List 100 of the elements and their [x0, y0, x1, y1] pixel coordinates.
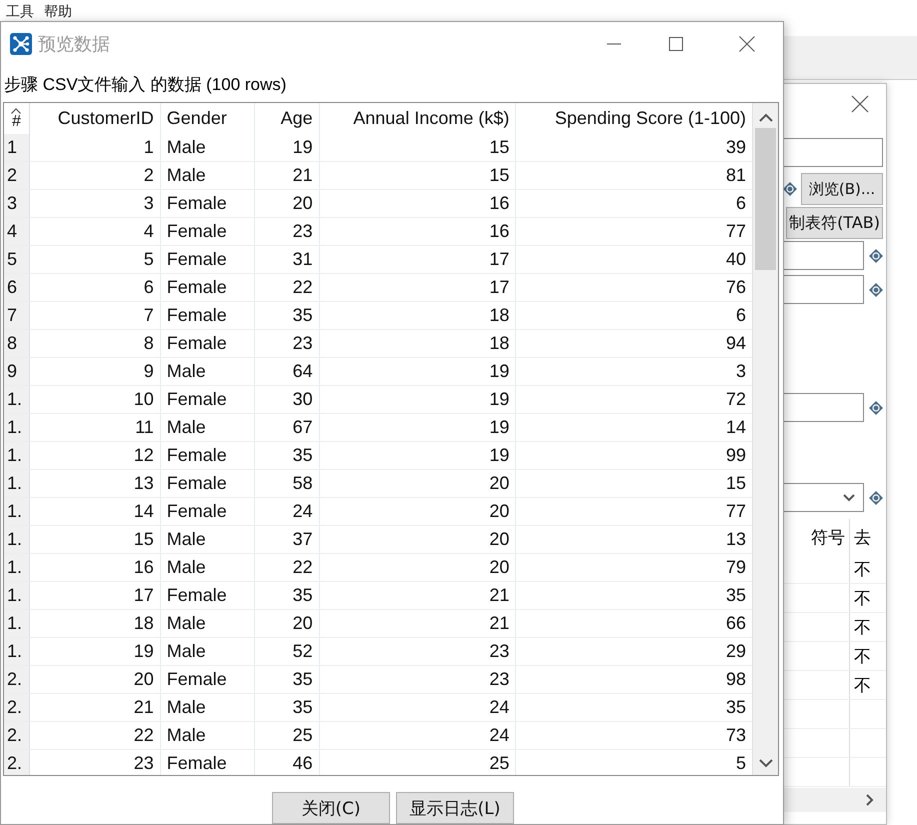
minimize-icon: [607, 42, 621, 45]
table-cell: 9: [30, 358, 161, 386]
row-number: 2.: [4, 694, 30, 722]
table-cell: 5: [30, 246, 161, 274]
table-cell: Female: [160, 666, 255, 694]
table-cell: 18: [320, 302, 516, 330]
row-number: 1: [4, 134, 30, 162]
table-cell: Male: [160, 638, 255, 666]
table-cell: 2: [30, 162, 161, 190]
table-cell: 3: [30, 190, 161, 218]
table-cell: Female: [160, 386, 255, 414]
table-cell-text: 不: [853, 558, 872, 582]
table-cell: Female: [160, 274, 255, 302]
table-cell: 23: [30, 750, 161, 775]
column-header[interactable]: Annual Income (k$): [320, 103, 516, 134]
scrollbar[interactable]: [781, 788, 886, 812]
table-cell: 52: [254, 638, 320, 666]
table-cell: 21: [320, 582, 516, 610]
table-cell: 20: [254, 190, 320, 218]
table-cell: 35: [254, 666, 320, 694]
column-header: 去: [853, 526, 872, 550]
table-cell: 17: [30, 582, 161, 610]
variable-icon: [869, 490, 883, 504]
table-cell-text: 不: [853, 646, 872, 668]
dialog-button[interactable]: 显示日志(L): [396, 792, 514, 824]
window-title: 预览数据: [38, 32, 110, 56]
table-cell: Male: [160, 526, 255, 554]
browse-button[interactable]: 浏览(B)...: [801, 173, 883, 205]
scrollbar-thumb[interactable]: [755, 128, 776, 270]
table-cell: 64: [254, 358, 320, 386]
table-cell: 18: [30, 610, 161, 638]
row-number: 2: [4, 162, 30, 190]
table-cell: 23: [320, 638, 516, 666]
table-cell: Male: [160, 610, 255, 638]
table-cell: 31: [254, 246, 320, 274]
chevron-down-icon: [758, 759, 773, 768]
table-cell: 19: [320, 442, 516, 470]
dialog-button[interactable]: 关闭(C): [272, 792, 390, 824]
table-cell-text: 不: [853, 616, 872, 640]
menu-item[interactable]: 帮助: [44, 3, 72, 21]
tab-button[interactable]: 制表符(TAB): [786, 207, 883, 239]
table-cell: Female: [160, 246, 255, 274]
row-number: 1.: [4, 414, 30, 442]
chevron-down-icon: [843, 494, 855, 502]
table-cell: 24: [254, 498, 320, 526]
row-number: 1.: [4, 554, 30, 582]
table-cell: Male: [160, 162, 255, 190]
maximize-icon: [669, 36, 683, 51]
variable-icon: [869, 400, 883, 414]
close-icon: [851, 95, 869, 113]
table-cell: 12: [30, 442, 161, 470]
table-cell: 4: [30, 218, 161, 246]
table-cell: Male: [160, 134, 255, 162]
table-cell: 16: [320, 190, 516, 218]
table-cell: 30: [254, 386, 320, 414]
menu-item[interactable]: 工具: [6, 3, 34, 21]
table-cell: 16: [30, 554, 161, 582]
table-cell-text: 不: [853, 588, 872, 610]
row-number: 1.: [4, 442, 30, 470]
table-cell: 35: [254, 582, 320, 610]
table-cell: Female: [160, 302, 255, 330]
table-cell: 1: [30, 134, 161, 162]
table-cell: Female: [160, 750, 255, 775]
table-cell: 20: [30, 666, 161, 694]
table-cell: 20: [320, 526, 516, 554]
table-cell: 22: [30, 722, 161, 750]
row-number: 2.: [4, 722, 30, 750]
column-header[interactable]: Gender: [160, 103, 255, 134]
table-cell: 58: [254, 470, 320, 498]
table-cell: 18: [320, 330, 516, 358]
table-cell: 25: [320, 750, 516, 775]
table-cell: 16: [320, 218, 516, 246]
table-cell: 37: [254, 526, 320, 554]
column-header[interactable]: #: [4, 103, 30, 134]
table-cell: 15: [320, 162, 516, 190]
row-number: 1.: [4, 386, 30, 414]
table-cell: Male: [160, 358, 255, 386]
row-number: 4: [4, 218, 30, 246]
table-cell: 15: [30, 526, 161, 554]
table-cell: 19: [254, 134, 320, 162]
column-header[interactable]: Age: [254, 103, 320, 134]
table-cell: Female: [160, 442, 255, 470]
table-cell: Female: [160, 582, 255, 610]
row-number: 1.: [4, 470, 30, 498]
table-cell: Male: [160, 722, 255, 750]
table-cell: 6: [30, 274, 161, 302]
scrollbar[interactable]: [752, 103, 778, 775]
table-cell-text: 不: [853, 674, 872, 698]
table-cell: 35: [254, 694, 320, 722]
row-number: 9: [4, 358, 30, 386]
table-cell: Male: [160, 554, 255, 582]
table-cell: 11: [30, 414, 161, 442]
table-cell: 21: [320, 610, 516, 638]
column-header[interactable]: Spending Score (1-100): [516, 103, 752, 134]
table-cell: 19: [320, 386, 516, 414]
table-cell: 19: [320, 358, 516, 386]
table-cell: 20: [254, 610, 320, 638]
column-header[interactable]: CustomerID: [30, 103, 161, 134]
table-cell: Male: [160, 414, 255, 442]
table-cell: 19: [320, 414, 516, 442]
